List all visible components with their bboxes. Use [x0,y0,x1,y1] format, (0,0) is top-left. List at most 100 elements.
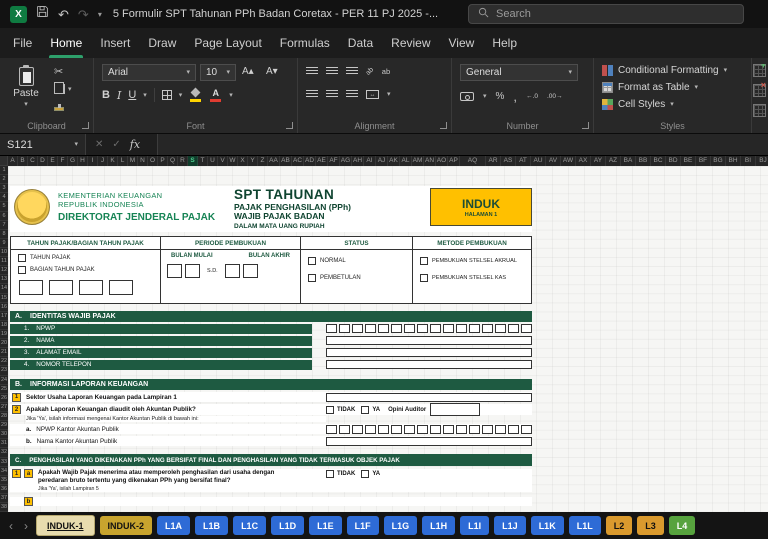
column-header[interactable]: BE [681,156,696,166]
sheet-tab[interactable]: L1B [195,516,228,535]
input-cell[interactable] [365,324,376,333]
column-header[interactable]: AV [546,156,561,166]
undo-icon[interactable]: ↶ [58,8,69,21]
row-header[interactable]: 2 [0,175,8,184]
input-cell[interactable] [495,324,506,333]
sheet-tab[interactable]: INDUK-2 [100,516,153,535]
input-cell[interactable] [430,324,441,333]
row-header[interactable]: 31 [0,439,8,448]
underline-dropdown-icon[interactable]: ▾ [143,92,147,99]
row-header[interactable]: 6 [0,212,8,221]
column-header[interactable]: AA [268,156,280,166]
sheet-tab[interactable]: L1I [460,516,489,535]
input-cell[interactable] [443,425,454,434]
column-header[interactable]: X [238,156,248,166]
column-header[interactable]: BJ [756,156,768,166]
row-header[interactable]: 13 [0,275,8,284]
name-box[interactable]: S121 ▾ [0,134,86,155]
merge-dropdown-icon[interactable]: ▾ [387,91,391,98]
bulan-akhir-cell[interactable] [225,264,240,278]
excel-app-icon[interactable]: X [10,6,27,23]
column-header[interactable]: AX [576,156,591,166]
delete-cells-icon[interactable] [753,84,766,97]
checkbox-bagian-tahun-pajak[interactable] [18,266,26,274]
menu-tab[interactable]: File [4,28,41,58]
column-header[interactable]: M [128,156,138,166]
sheet-tab[interactable]: L1K [531,516,564,535]
row-header[interactable]: 20 [0,339,8,348]
input-cell[interactable] [495,425,506,434]
column-header[interactable]: AW [561,156,576,166]
row-header[interactable]: 14 [0,284,8,293]
format-painter-button[interactable] [54,101,72,113]
row-header[interactable]: 37 [0,494,8,503]
prev-sheet-icon[interactable]: ‹ [6,519,16,533]
checkbox-tahun-pajak[interactable] [18,254,26,262]
sheet-tab[interactable]: L1E [309,516,342,535]
formula-input[interactable] [158,134,768,155]
paste-button[interactable]: Paste ▾ [6,63,46,118]
row-header[interactable]: 17 [0,312,8,321]
column-header[interactable]: BH [726,156,741,166]
column-header[interactable]: AS [501,156,516,166]
column-header[interactable]: S [188,156,198,166]
sheet-tab[interactable]: L1H [422,516,455,535]
year-digit-cell[interactable] [109,280,133,295]
number-format-select[interactable]: General▾ [460,64,578,81]
percent-style-button[interactable]: % [496,91,505,102]
name-box-dropdown-icon[interactable]: ▾ [74,141,78,148]
column-header[interactable]: R [178,156,188,166]
input-cell[interactable] [326,425,337,434]
borders-dropdown-icon[interactable]: ▾ [179,92,183,99]
font-size-select[interactable]: 10▾ [200,64,236,81]
input-cell[interactable] [482,324,493,333]
input-cell[interactable] [417,324,428,333]
year-digit-cell[interactable] [19,280,43,295]
paste-dropdown-icon[interactable]: ▾ [24,101,28,108]
input-cell[interactable] [508,324,519,333]
column-header[interactable]: L [118,156,128,166]
sheet-tab[interactable]: INDUK-1 [36,515,95,536]
input-cell[interactable] [391,425,402,434]
column-header[interactable]: BI [741,156,756,166]
input-cell[interactable] [508,425,519,434]
increase-decimal-button[interactable]: ←.0 [526,93,538,100]
menu-tab[interactable]: Insert [91,28,139,58]
sheet-tab[interactable]: L1D [271,516,304,535]
sheet-tab[interactable]: L3 [637,516,664,535]
row-header[interactable]: 33 [0,458,8,467]
format-as-table-button[interactable]: Format as Table ▾ [594,79,751,96]
input-cell[interactable] [339,324,350,333]
column-header[interactable]: J [98,156,108,166]
input-cell[interactable] [521,425,532,434]
column-header[interactable]: BB [636,156,651,166]
input-cell[interactable] [378,324,389,333]
quick-access-dropdown-icon[interactable]: ▾ [98,10,102,19]
input-cell[interactable] [443,324,454,333]
align-bottom-button[interactable] [346,67,358,76]
row-header[interactable]: 24 [0,376,8,385]
input-cell[interactable] [404,425,415,434]
decrease-decimal-button[interactable]: .00→ [547,93,563,100]
font-dialog-launcher-icon[interactable] [286,122,293,129]
row-header[interactable]: 4 [0,193,8,202]
row-header[interactable]: 7 [0,221,8,230]
insert-cells-icon[interactable] [753,64,766,77]
year-digit-cell[interactable] [79,280,103,295]
input-cell[interactable] [417,425,428,434]
column-header[interactable]: K [108,156,118,166]
column-header[interactable]: BA [621,156,636,166]
sheet-tab[interactable]: L1A [157,516,190,535]
row-header[interactable]: 12 [0,266,8,275]
align-left-button[interactable] [306,90,318,99]
sheet-tab[interactable]: L4 [669,516,696,535]
column-header[interactable]: D [38,156,48,166]
row-header[interactable]: 29 [0,421,8,430]
font-name-select[interactable]: Arial▾ [102,64,196,81]
align-middle-button[interactable] [326,67,338,76]
sheet-tab[interactable]: L1G [384,516,418,535]
worksheet[interactable]: KEMENTERIAN KEUANGAN REPUBLIK INDONESIA … [8,166,768,512]
next-sheet-icon[interactable]: › [21,519,31,533]
bulan-akhir-cell[interactable] [243,264,258,278]
column-header[interactable]: AQ [460,156,486,166]
